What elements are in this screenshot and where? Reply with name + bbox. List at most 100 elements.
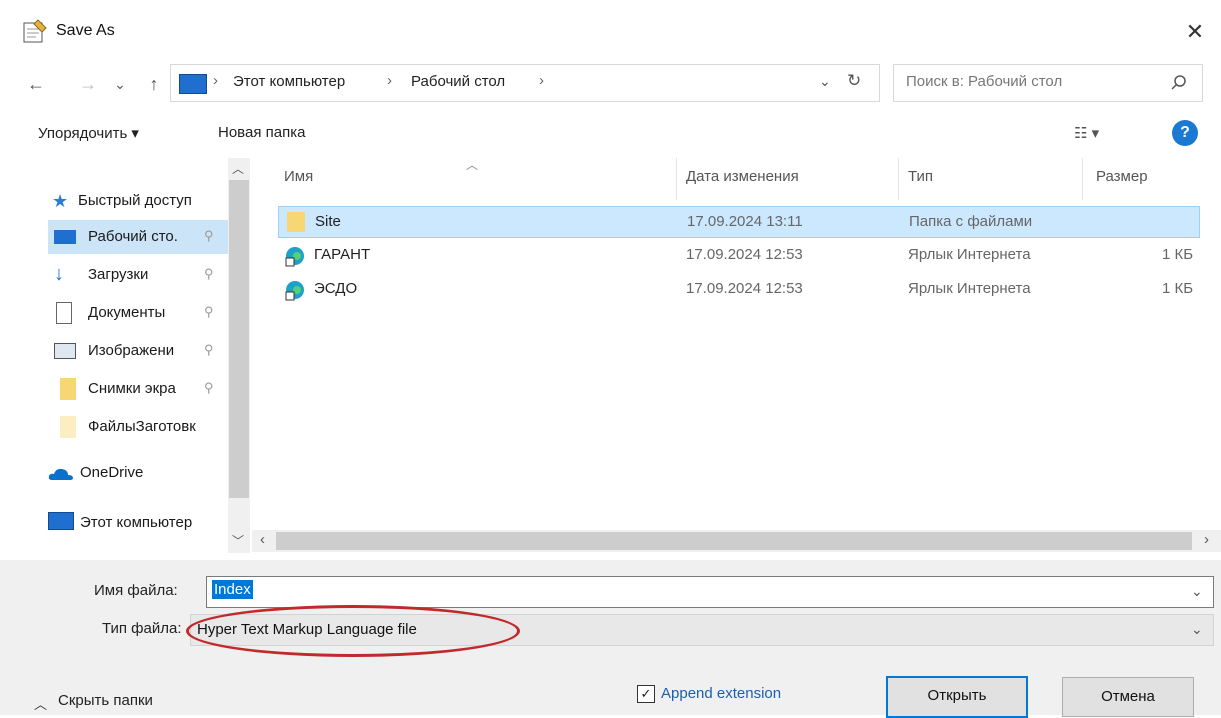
sidebar-item-desktop[interactable]: Рабочий сто. ⚲ (48, 220, 228, 254)
sort-ascending-icon: ︿ (466, 158, 479, 172)
file-date: 17.09.2024 13:11 (687, 213, 803, 230)
sidebar-item-label: Документы (88, 304, 166, 321)
column-header-size[interactable]: Размер (1096, 168, 1148, 185)
new-folder-button[interactable]: Новая папка (218, 124, 305, 141)
help-button[interactable]: ? (1172, 120, 1198, 146)
folder-icon (287, 212, 305, 232)
pin-icon[interactable]: ⚲ (204, 342, 214, 358)
table-row[interactable]: ГАРАНТ 17.09.2024 12:53 Ярлык Интернета … (278, 240, 1198, 270)
column-divider[interactable] (1082, 158, 1083, 200)
file-type: Ярлык Интернета (908, 246, 1031, 263)
scroll-up-icon[interactable]: ︿ (232, 160, 244, 177)
breadcrumb-separator: › (539, 72, 544, 89)
cloud-icon (48, 468, 73, 480)
sidebar-item-downloads[interactable]: ↓ Загрузки ⚲ (48, 258, 228, 292)
edge-shortcut-icon (285, 281, 304, 301)
file-date: 17.09.2024 12:53 (686, 280, 803, 297)
scroll-left-icon[interactable]: ‹ (260, 531, 265, 548)
folder-icon (60, 378, 76, 400)
file-type: Папка с файлами (909, 213, 1033, 230)
annotation-ellipse (186, 605, 520, 657)
sidebar-item-label: Этот компьютер (80, 514, 193, 531)
organize-button[interactable]: Упорядочить ▾ (38, 124, 139, 142)
sidebar-item-onedrive[interactable]: OneDrive (48, 456, 228, 490)
sidebar-item-label: Изображени (88, 342, 175, 359)
computer-icon (48, 512, 74, 530)
file-name: Site (315, 213, 341, 230)
search-icon[interactable] (1170, 74, 1188, 92)
pin-icon[interactable]: ⚲ (204, 266, 214, 282)
address-bar[interactable]: › Этот компьютер › Рабочий стол › ⌄ ↻ (170, 64, 880, 102)
view-options-button[interactable]: ☷ ▾ (1074, 124, 1099, 142)
window-title: Save As (56, 22, 115, 39)
filetype-label: Тип файла: (102, 620, 182, 637)
download-icon: ↓ (54, 263, 64, 285)
filename-input[interactable]: Index (212, 580, 253, 599)
table-row[interactable]: Site 17.09.2024 13:11 Папка с файлами (278, 206, 1200, 238)
pin-icon[interactable]: ⚲ (204, 380, 214, 396)
sidebar-item-label: Быстрый доступ (78, 192, 192, 209)
file-name: ГАРАНТ (314, 246, 371, 263)
sidebar-item-pictures[interactable]: Изображени ⚲ (48, 334, 228, 368)
forward-button[interactable]: → (74, 64, 102, 104)
recent-locations-button[interactable]: ⌄ (106, 64, 134, 104)
chevron-down-icon[interactable]: ⌄ (1191, 621, 1203, 638)
filename-field[interactable]: Index ⌄ (206, 576, 1214, 608)
desktop-icon (54, 230, 76, 244)
sidebar-item-this-pc[interactable]: Этот компьютер (48, 506, 228, 540)
file-date: 17.09.2024 12:53 (686, 246, 803, 263)
breadcrumb-separator: › (213, 72, 218, 89)
sidebar-item-label: ФайлыЗаготовк (88, 418, 196, 435)
star-icon: ★ (52, 191, 69, 211)
scroll-right-icon[interactable]: › (1204, 531, 1209, 548)
sidebar-item-documents[interactable]: Документы ⚲ (48, 296, 228, 330)
close-button[interactable]: ✕ (1180, 17, 1210, 47)
command-bar: Упорядочить ▾ Новая папка ☷ ▾ (0, 112, 1221, 154)
chevron-down-icon[interactable]: ⌄ (1191, 583, 1203, 600)
refresh-button[interactable]: ↻ (847, 71, 861, 91)
horizontal-scroll-thumb[interactable] (276, 532, 1192, 550)
document-icon (56, 302, 72, 324)
notepad-icon (23, 19, 47, 43)
breadcrumb-separator: › (387, 72, 392, 89)
pictures-icon (54, 343, 76, 359)
search-box[interactable]: Поиск в: Рабочий стол (893, 64, 1203, 102)
navigation-pane: ★ Быстрый доступ Рабочий сто. ⚲ ↓ Загруз… (0, 158, 230, 548)
sidebar-item-label: Снимки экра (88, 380, 176, 397)
table-row[interactable]: ЭСДО 17.09.2024 12:53 Ярлык Интернета 1 … (278, 274, 1198, 304)
sidebar-item-label: Загрузки (88, 266, 149, 283)
column-divider[interactable] (676, 158, 677, 200)
address-dropdown-icon[interactable]: ⌄ (819, 73, 831, 90)
breadcrumb-desktop[interactable]: Рабочий стол (411, 73, 505, 90)
navigation-pane-scroll-thumb[interactable] (229, 180, 249, 498)
file-size: 1 КБ (1162, 280, 1194, 297)
column-header-type[interactable]: Тип (908, 168, 933, 185)
file-list: ︿ Имя Дата изменения Тип Размер Site 17.… (252, 158, 1207, 530)
append-extension-checkbox[interactable]: ✓ (637, 685, 655, 703)
chevron-up-icon[interactable]: ︿ (34, 694, 47, 713)
folder-icon (60, 416, 76, 438)
scroll-down-icon[interactable]: ﹀ (232, 532, 244, 549)
column-divider[interactable] (898, 158, 899, 200)
file-name: ЭСДО (314, 280, 358, 297)
filename-label: Имя файла: (94, 582, 178, 599)
hide-folders-button[interactable]: Скрыть папки (58, 692, 153, 709)
up-button[interactable]: ↑ (140, 64, 168, 104)
back-button[interactable]: ← (22, 64, 50, 104)
sidebar-item-screenshots[interactable]: Снимки экра ⚲ (48, 372, 228, 406)
open-button[interactable]: Открыть (886, 676, 1028, 718)
file-size: 1 КБ (1162, 246, 1194, 263)
file-type: Ярлык Интернета (908, 280, 1031, 297)
sidebar-item-label: Рабочий сто. (88, 228, 178, 245)
append-extension-label[interactable]: Append extension (661, 685, 781, 702)
cancel-button[interactable]: Отмена (1062, 677, 1194, 717)
pin-icon[interactable]: ⚲ (204, 228, 214, 244)
sidebar-item-quick-access[interactable]: ★ Быстрый доступ (48, 184, 228, 218)
column-header-name[interactable]: Имя (284, 168, 313, 185)
column-header-date[interactable]: Дата изменения (686, 168, 799, 185)
edge-shortcut-icon (285, 247, 304, 267)
pin-icon[interactable]: ⚲ (204, 304, 214, 320)
breadcrumb-this-pc[interactable]: Этот компьютер (233, 73, 345, 90)
sidebar-item-templates[interactable]: ФайлыЗаготовк (48, 410, 228, 444)
search-input[interactable]: Поиск в: Рабочий стол (906, 73, 1062, 90)
